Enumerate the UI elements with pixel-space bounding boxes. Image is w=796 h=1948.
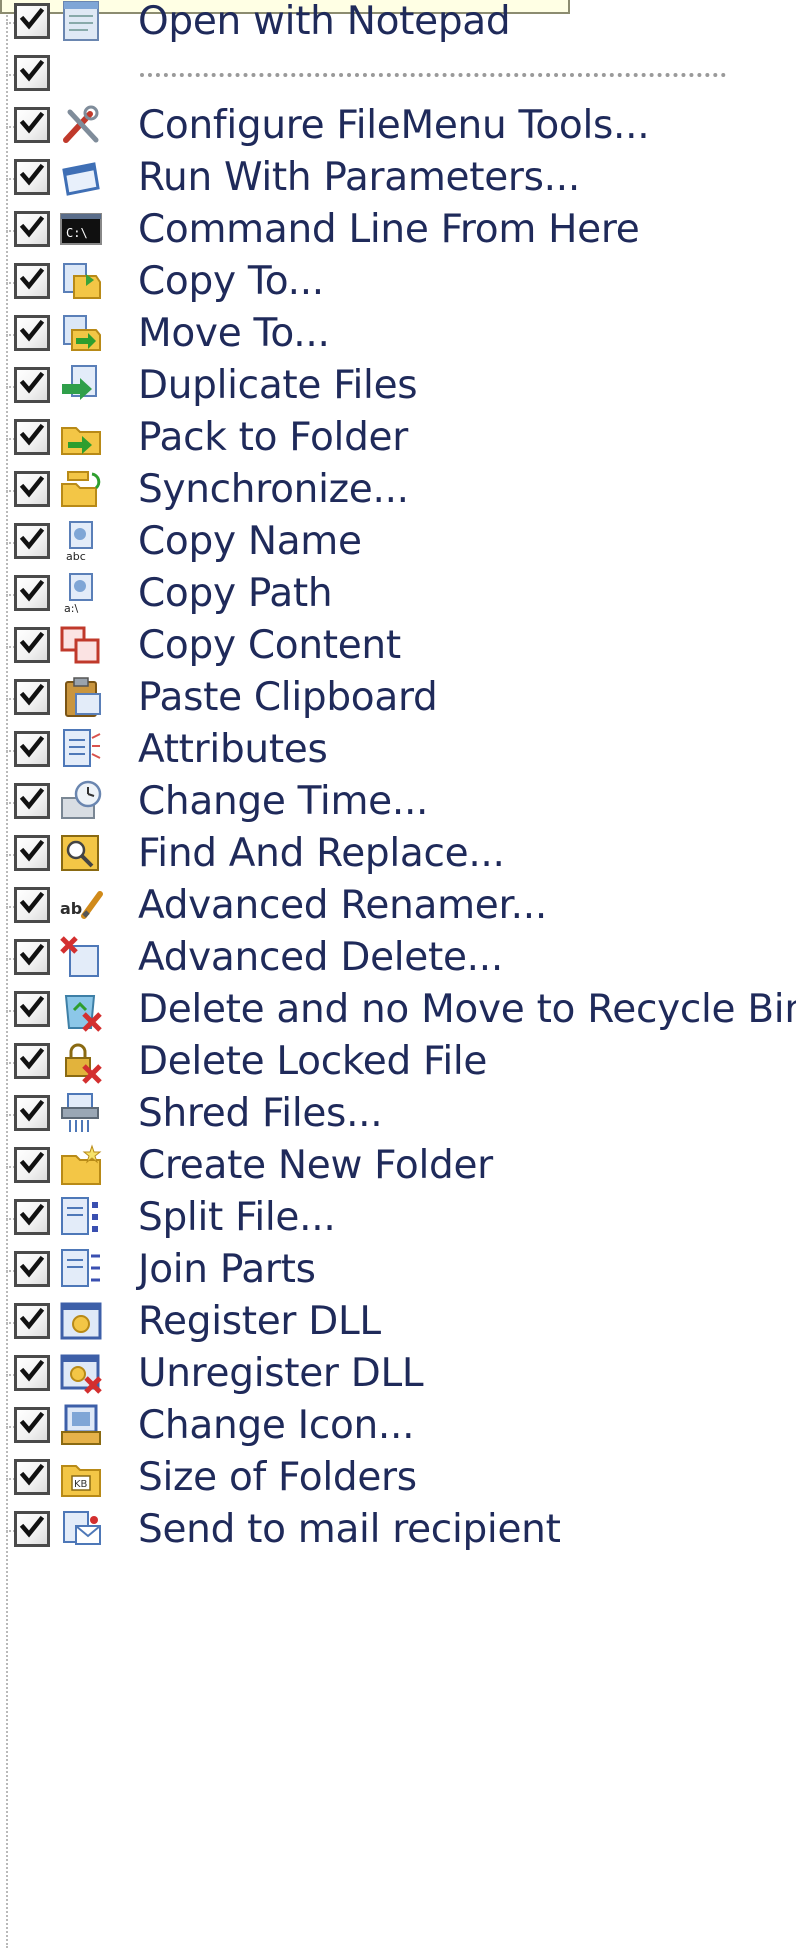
separator-line xyxy=(140,73,726,77)
checkmark-icon xyxy=(19,1514,45,1544)
unregister-dll-icon xyxy=(58,1350,104,1396)
checkmark-icon xyxy=(19,1410,45,1440)
item-checkbox[interactable] xyxy=(14,107,50,143)
folder-size-icon: KB xyxy=(58,1454,104,1500)
item-checkbox[interactable] xyxy=(14,55,50,91)
item-checkbox[interactable] xyxy=(14,159,50,195)
item-checkbox[interactable] xyxy=(14,419,50,455)
join-parts-icon xyxy=(58,1246,104,1292)
checkmark-icon xyxy=(19,1462,45,1492)
change-time-icon xyxy=(58,778,104,824)
copy-content-icon xyxy=(58,622,104,668)
item-checkbox[interactable] xyxy=(14,1095,50,1131)
shred-files-icon xyxy=(58,1090,104,1136)
svg-text:KB: KB xyxy=(74,1479,88,1490)
tools-icon xyxy=(58,102,104,148)
checkmark-icon xyxy=(19,58,45,88)
checkmark-icon xyxy=(19,630,45,660)
item-checkbox[interactable] xyxy=(14,1407,50,1443)
checkmark-icon xyxy=(19,838,45,868)
checkmark-icon xyxy=(19,682,45,712)
command-prompt-icon: C:\ xyxy=(58,206,104,252)
item-checkbox[interactable] xyxy=(14,679,50,715)
checkmark-icon xyxy=(19,162,45,192)
item-checkbox[interactable] xyxy=(14,523,50,559)
checkmark-icon xyxy=(19,786,45,816)
menu-item-label: Send to mail recipient xyxy=(138,1507,561,1552)
checkmark-icon xyxy=(19,370,45,400)
attributes-icon xyxy=(58,726,104,772)
delete-no-recycle-icon xyxy=(58,986,104,1032)
new-folder-icon xyxy=(58,1142,104,1188)
checkmark-icon xyxy=(19,994,45,1024)
checkmark-icon xyxy=(19,890,45,920)
checkmark-icon xyxy=(19,942,45,972)
notepad-icon xyxy=(58,0,104,44)
checkmark-icon xyxy=(19,1306,45,1336)
run-window-icon xyxy=(58,154,104,200)
item-checkbox[interactable] xyxy=(14,835,50,871)
item-checkbox[interactable] xyxy=(14,575,50,611)
item-checkbox[interactable] xyxy=(14,1147,50,1183)
item-checkbox[interactable] xyxy=(14,1303,50,1339)
renamer-icon: ab xyxy=(58,882,104,928)
checkmark-icon xyxy=(19,1150,45,1180)
checkmark-icon xyxy=(19,318,45,348)
move-to-folder-icon xyxy=(58,310,104,356)
checkmark-icon xyxy=(19,734,45,764)
paste-clipboard-icon xyxy=(58,674,104,720)
item-checkbox[interactable] xyxy=(14,211,50,247)
copy-name-icon: abc xyxy=(58,518,104,564)
checkmark-icon xyxy=(19,1046,45,1076)
item-checkbox[interactable] xyxy=(14,263,50,299)
item-checkbox[interactable] xyxy=(14,315,50,351)
checkmark-icon xyxy=(19,1202,45,1232)
item-checkbox[interactable] xyxy=(14,783,50,819)
svg-text:C:\: C:\ xyxy=(66,226,88,240)
item-checkbox[interactable] xyxy=(14,367,50,403)
menu-item-row[interactable]: Send to mail recipient xyxy=(0,1498,796,1562)
item-checkbox[interactable] xyxy=(14,1199,50,1235)
find-replace-icon xyxy=(58,830,104,876)
checkmark-icon xyxy=(19,110,45,140)
item-checkbox[interactable] xyxy=(14,1459,50,1495)
advanced-delete-icon xyxy=(58,934,104,980)
copy-to-folder-icon xyxy=(58,258,104,304)
svg-text:ab: ab xyxy=(60,899,82,918)
item-checkbox[interactable] xyxy=(14,627,50,663)
checkmark-icon xyxy=(19,214,45,244)
item-checkbox[interactable] xyxy=(14,471,50,507)
checkmark-icon xyxy=(19,474,45,504)
checkmark-icon xyxy=(19,578,45,608)
copy-path-icon: a:\ xyxy=(58,570,104,616)
duplicate-files-icon xyxy=(58,362,104,408)
delete-locked-icon xyxy=(58,1038,104,1084)
item-checkbox[interactable] xyxy=(14,731,50,767)
checkmark-icon xyxy=(19,266,45,296)
pack-folder-icon xyxy=(58,414,104,460)
checkmark-icon xyxy=(19,1358,45,1388)
item-checkbox[interactable] xyxy=(14,1511,50,1547)
change-icon-icon xyxy=(58,1402,104,1448)
item-checkbox[interactable] xyxy=(14,991,50,1027)
checkmark-icon xyxy=(19,1098,45,1128)
checkmark-icon xyxy=(19,422,45,452)
mail-recipient-icon xyxy=(58,1506,104,1552)
synchronize-icon xyxy=(58,466,104,512)
split-file-icon xyxy=(58,1194,104,1240)
checkmark-icon xyxy=(19,6,45,36)
register-dll-icon xyxy=(58,1298,104,1344)
item-checkbox[interactable] xyxy=(14,887,50,923)
item-checkbox[interactable] xyxy=(14,939,50,975)
checkmark-icon xyxy=(19,1254,45,1284)
item-checkbox[interactable] xyxy=(14,1251,50,1287)
checkmark-icon xyxy=(19,526,45,556)
item-checkbox[interactable] xyxy=(14,1043,50,1079)
item-checkbox[interactable] xyxy=(14,3,50,39)
item-checkbox[interactable] xyxy=(14,1355,50,1391)
